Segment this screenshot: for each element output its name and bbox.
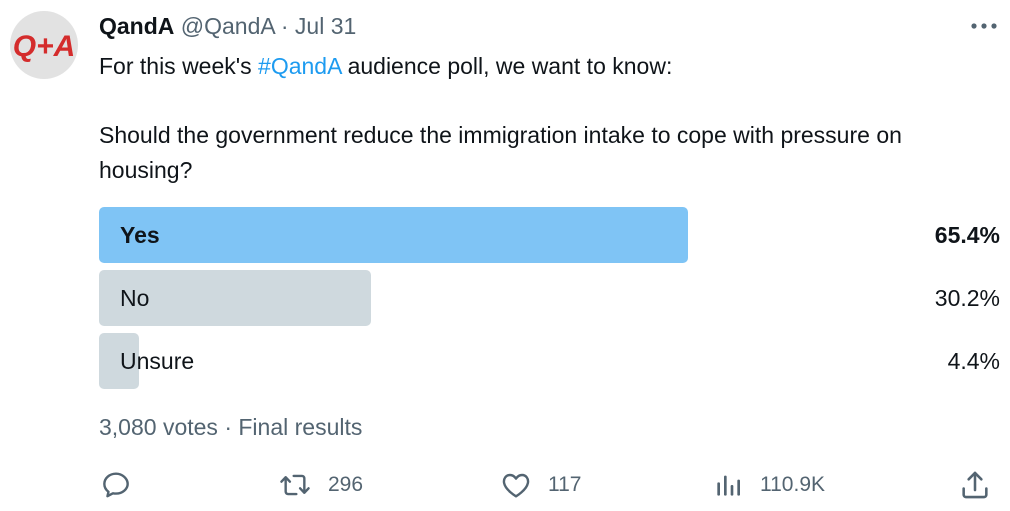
- svg-text:Q+A: Q+A: [13, 30, 76, 63]
- analytics-icon: [717, 475, 740, 496]
- like-button[interactable]: 117: [500, 466, 581, 504]
- intro-text-start: For this week's: [99, 53, 259, 79]
- poll-percent-no: 30.2%: [934, 285, 1000, 311]
- poll-label-unsure: Unsure: [120, 348, 195, 374]
- qanda-logo-icon: Q+A: [13, 30, 76, 63]
- share-icon: [962, 471, 988, 499]
- poll-label-yes: Yes: [120, 222, 160, 248]
- poll-option-yes: Yes 65.4%: [99, 207, 1000, 263]
- share-button[interactable]: [958, 466, 992, 504]
- poll-label-no: No: [120, 285, 150, 311]
- meta-separator: ·: [224, 414, 232, 440]
- reply-button[interactable]: [100, 466, 132, 504]
- reply-icon: [103, 472, 129, 498]
- retweet-icon: [280, 474, 310, 496]
- poll-question: Should the government reduce the immigra…: [99, 122, 902, 183]
- like-count: 117: [548, 473, 582, 496]
- poll-percent-yes: 65.4%: [934, 222, 1000, 248]
- poll-option-no: No 30.2%: [99, 270, 1000, 326]
- views-count: 110.9K: [760, 473, 825, 496]
- poll-status: Final results: [238, 414, 363, 440]
- more-options-button[interactable]: [966, 12, 1002, 40]
- tweet-text: For this week's #QandA audience poll, we…: [99, 49, 979, 188]
- retweet-count: 296: [328, 473, 364, 496]
- heart-icon: [502, 473, 530, 498]
- views-button[interactable]: 110.9K: [712, 466, 825, 504]
- author-name[interactable]: QandA: [99, 13, 174, 39]
- separator-dot: ·: [280, 13, 289, 39]
- author-handle[interactable]: @QandA: [181, 13, 275, 39]
- retweet-button[interactable]: 296: [278, 466, 363, 504]
- poll-meta: 3,080 votes · Final results: [99, 411, 362, 443]
- tweet-header: QandA @QandA · Jul 31: [99, 10, 356, 42]
- vote-count: 3,080 votes: [99, 414, 218, 440]
- avatar[interactable]: Q+A: [10, 11, 78, 79]
- poll-bar-yes: [99, 207, 688, 263]
- hashtag-link[interactable]: #QandA: [258, 53, 341, 79]
- tweet-intro: For this week's #QandA audience poll, we…: [99, 49, 979, 84]
- more-dots-icon: [971, 23, 997, 29]
- intro-text-end: audience poll, we want to know:: [341, 53, 673, 79]
- tweet-date[interactable]: Jul 31: [295, 13, 356, 39]
- poll-option-unsure: Unsure 4.4%: [99, 333, 1000, 389]
- poll-percent-unsure: 4.4%: [947, 348, 1000, 374]
